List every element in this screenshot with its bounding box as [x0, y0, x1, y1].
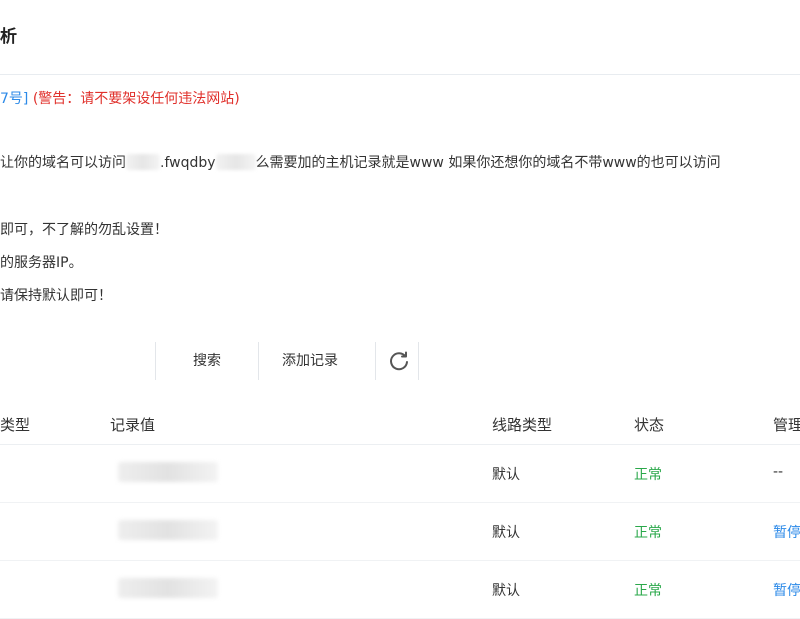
page-title: 析	[0, 27, 17, 47]
record-value-redacted	[118, 578, 218, 598]
page-header: 析	[0, 0, 800, 75]
redacted-text	[126, 154, 160, 170]
column-header-line: 线路类型	[492, 416, 553, 434]
search-button[interactable]: 搜索	[170, 344, 244, 378]
info-domain-fragment: .fwqdby	[160, 155, 216, 171]
pause-link[interactable]: 暂停	[773, 522, 800, 542]
pause-link[interactable]: 暂停	[773, 580, 800, 600]
info-line-4: 请保持默认即可！	[0, 288, 112, 304]
toolbar-divider	[258, 342, 259, 380]
toolbar: 搜索 添加记录	[0, 340, 800, 382]
row-status: 正常	[634, 467, 662, 483]
toolbar-divider	[418, 342, 419, 380]
table-row: 默认 正常 暂停	[0, 560, 800, 619]
toolbar-divider	[375, 342, 376, 380]
info-line-2: 即可，不了解的勿乱设置！	[0, 222, 168, 238]
record-value-redacted	[118, 462, 218, 482]
column-header-manage: 管理	[773, 416, 800, 434]
refresh-icon	[390, 351, 408, 371]
info-line-1-start: 让你的域名可以访问	[0, 155, 126, 171]
table-row: 默认 正常 --	[0, 444, 800, 503]
notice-line: 7号] (警告：请不要架设任何违法网站)	[0, 88, 240, 108]
info-line-1-end: 么需要加的主机记录就是www 如果你还想你的域名不带www的也可以访问	[255, 155, 721, 171]
notice-warning: (警告：请不要架设任何违法网站)	[32, 91, 240, 107]
row-status: 正常	[634, 583, 662, 599]
record-value-redacted	[118, 520, 218, 540]
column-header-status: 状态	[634, 416, 665, 434]
add-record-button[interactable]: 添加记录	[270, 344, 350, 378]
row-status: 正常	[634, 525, 662, 541]
row-line-type: 默认	[492, 583, 520, 599]
toolbar-divider	[155, 342, 156, 380]
column-header-type: 类型	[0, 416, 31, 434]
redacted-text	[215, 154, 256, 170]
row-line-type: 默认	[492, 525, 520, 541]
refresh-button[interactable]	[384, 346, 414, 376]
info-line-1: 让你的域名可以访问 .fwqdby 么需要加的主机记录就是www 如果你还想你的域名…	[0, 152, 721, 172]
column-header-value: 记录值	[110, 416, 156, 434]
info-line-3: 的服务器IP。	[0, 255, 83, 271]
notice-server-tag[interactable]: 7号]	[0, 91, 28, 107]
row-line-type: 默认	[492, 467, 520, 483]
row-action: --	[773, 464, 784, 480]
table-row: 默认 正常 暂停	[0, 502, 800, 561]
